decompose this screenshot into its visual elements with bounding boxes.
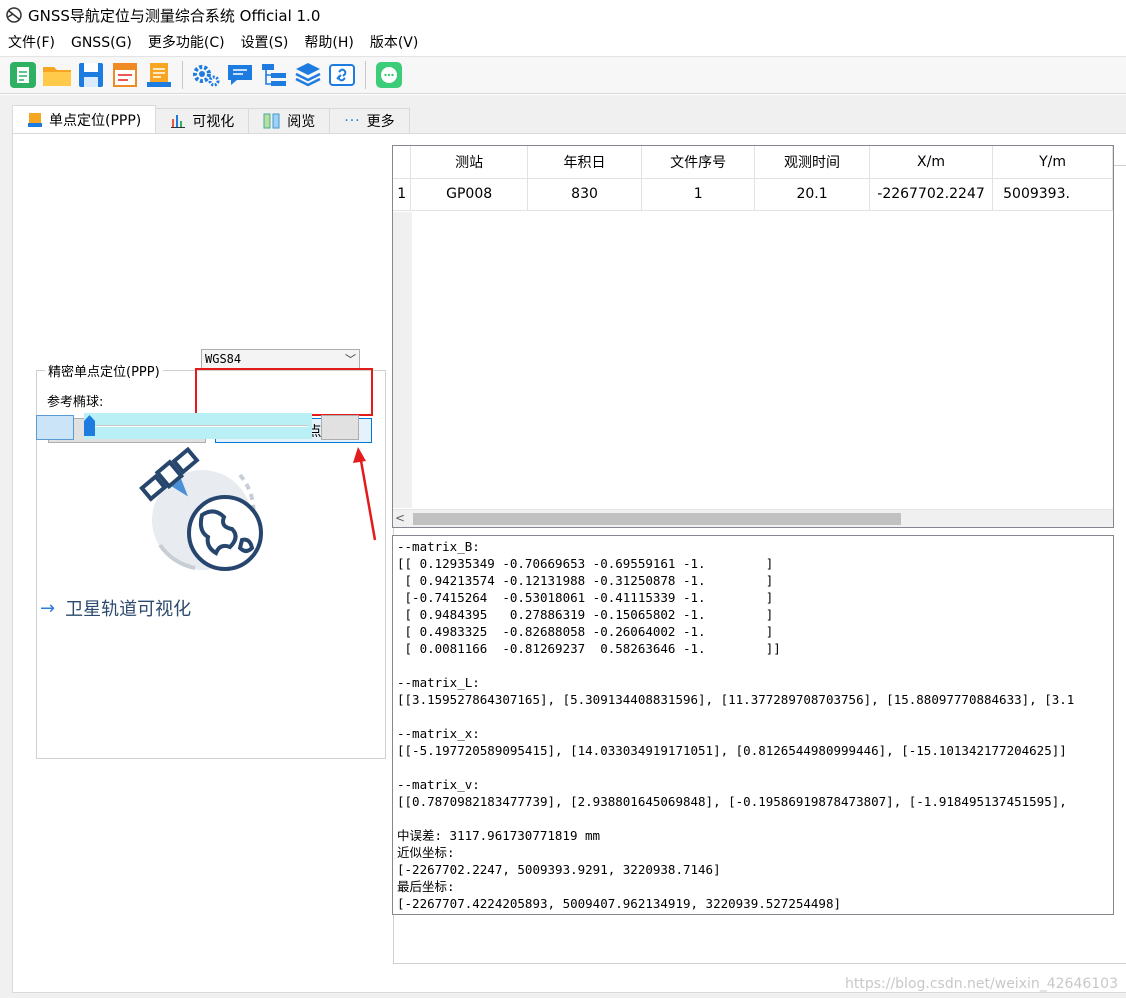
tree-view-icon[interactable] xyxy=(257,58,291,92)
column-header[interactable]: 测站 xyxy=(410,146,528,179)
row-header-corner xyxy=(393,146,412,179)
satellite-visualize-label: 卫星轨道可视化 xyxy=(65,599,192,620)
window-title: GNSS导航定位与测量综合系统 Official 1.0 xyxy=(28,6,321,25)
ellipsoid-label: 参考椭球: xyxy=(47,395,104,410)
ellipsoid-combobox[interactable]: WGS84 ﹀ xyxy=(201,349,360,369)
tab-ppp[interactable]: 单点定位(PPP) xyxy=(12,105,157,133)
tab-more[interactable]: ··· 更多 xyxy=(329,108,410,133)
row-index: 1 xyxy=(393,178,412,211)
column-header[interactable]: X/m xyxy=(869,146,994,179)
table-header-row: 测站 年积日 文件序号 观测时间 X/m Y/m xyxy=(393,146,1113,179)
column-header[interactable]: 观测时间 xyxy=(754,146,870,179)
arrow-right-icon: → xyxy=(40,597,56,619)
menu-gnss[interactable]: GNSS(G) xyxy=(63,31,140,55)
menu-file[interactable]: 文件(F) xyxy=(0,31,63,55)
tab-more-label: 更多 xyxy=(366,114,395,130)
message-icon[interactable] xyxy=(372,58,406,92)
report-icon[interactable] xyxy=(142,58,176,92)
menu-help[interactable]: 帮助(H) xyxy=(296,31,361,55)
tab-visualization-label: 可视化 xyxy=(192,114,235,130)
data-grid[interactable]: 测站 年积日 文件序号 观测时间 X/m Y/m 1 GP008 830 1 2… xyxy=(392,145,1114,528)
tab-browse[interactable]: 阅览 xyxy=(248,108,331,133)
tab-ppp-label: 单点定位(PPP) xyxy=(49,112,142,129)
column-header[interactable]: Y/m xyxy=(992,146,1113,179)
slider-thumb-icon[interactable] xyxy=(84,415,95,436)
row-header-column xyxy=(393,212,412,508)
menu-settings[interactable]: 设置(S) xyxy=(233,31,297,55)
calendar-icon[interactable] xyxy=(108,58,142,92)
bar-chart-icon xyxy=(171,115,186,128)
ppp-group-legend: 精密单点定位(PPP) xyxy=(48,365,160,380)
satellite-visualize-link[interactable]: → 卫星轨道可视化 xyxy=(40,595,191,621)
menu-version[interactable]: 版本(V) xyxy=(362,31,427,55)
client-area: 单点定位(PPP) 可视化 阅览 ··· 更多 精密单点定位(PPP) 数据 参… xyxy=(0,95,1126,998)
open-folder-icon[interactable] xyxy=(40,58,74,92)
output-console[interactable]: --matrix_B: [[ 0.12935349 -0.70669653 -0… xyxy=(392,535,1114,915)
table-cell[interactable]: 830 xyxy=(527,178,643,211)
horizontal-scrollbar[interactable]: < xyxy=(393,509,1113,527)
menu-more-functions[interactable]: 更多功能(C) xyxy=(140,31,233,55)
progress-slider[interactable] xyxy=(84,413,312,439)
watermark-text: https://blog.csdn.net/weixin_42646103 xyxy=(844,976,1118,992)
toolbar xyxy=(0,56,1126,94)
progress-left-box xyxy=(36,415,74,440)
data-table: 测站 年积日 文件序号 观测时间 X/m Y/m 1 GP008 830 1 2… xyxy=(393,146,1113,211)
scrollbar-thumb[interactable] xyxy=(413,513,901,525)
link-icon[interactable] xyxy=(325,58,359,92)
table-cell[interactable]: 20.1 xyxy=(754,178,870,211)
column-header[interactable]: 文件序号 xyxy=(641,146,756,179)
browse-icon xyxy=(263,113,280,129)
toolbar-separator xyxy=(182,61,183,89)
tab-visualization[interactable]: 可视化 xyxy=(155,108,250,133)
ellipsoid-value: WGS84 xyxy=(205,352,242,366)
satellite-earth-icon xyxy=(139,446,263,571)
title-bar: GNSS导航定位与测量综合系统 Official 1.0 xyxy=(0,0,1126,30)
more-dots-icon: ··· xyxy=(344,113,361,129)
tab-browse-label: 阅览 xyxy=(287,114,316,130)
table-cell[interactable]: GP008 xyxy=(410,178,528,211)
app-icon xyxy=(6,7,22,23)
chevron-left-icon[interactable]: < xyxy=(395,511,405,525)
chat-icon[interactable] xyxy=(223,58,257,92)
chevron-down-icon: ﹀ xyxy=(345,353,356,366)
slider-track xyxy=(88,425,308,427)
table-cell[interactable]: 5009393. xyxy=(992,178,1113,211)
save-icon[interactable] xyxy=(74,58,108,92)
layers-icon[interactable] xyxy=(291,58,325,92)
table-cell[interactable]: -2267702.2247 xyxy=(869,178,994,211)
ppp-tab-icon xyxy=(28,112,42,127)
tab-strip: 单点定位(PPP) 可视化 阅览 ··· 更多 xyxy=(12,105,410,133)
menu-bar: 文件(F) GNSS(G) 更多功能(C) 设置(S) 帮助(H) 版本(V) xyxy=(0,31,426,55)
toolbar-separator xyxy=(365,61,366,89)
settings-gears-icon[interactable] xyxy=(189,58,223,92)
progress-right-box[interactable] xyxy=(321,415,359,440)
table-cell[interactable]: 1 xyxy=(641,178,756,211)
column-header[interactable]: 年积日 xyxy=(527,146,643,179)
new-document-icon[interactable] xyxy=(6,58,40,92)
table-row[interactable]: 1 GP008 830 1 20.1 -2267702.2247 5009393… xyxy=(393,178,1113,211)
